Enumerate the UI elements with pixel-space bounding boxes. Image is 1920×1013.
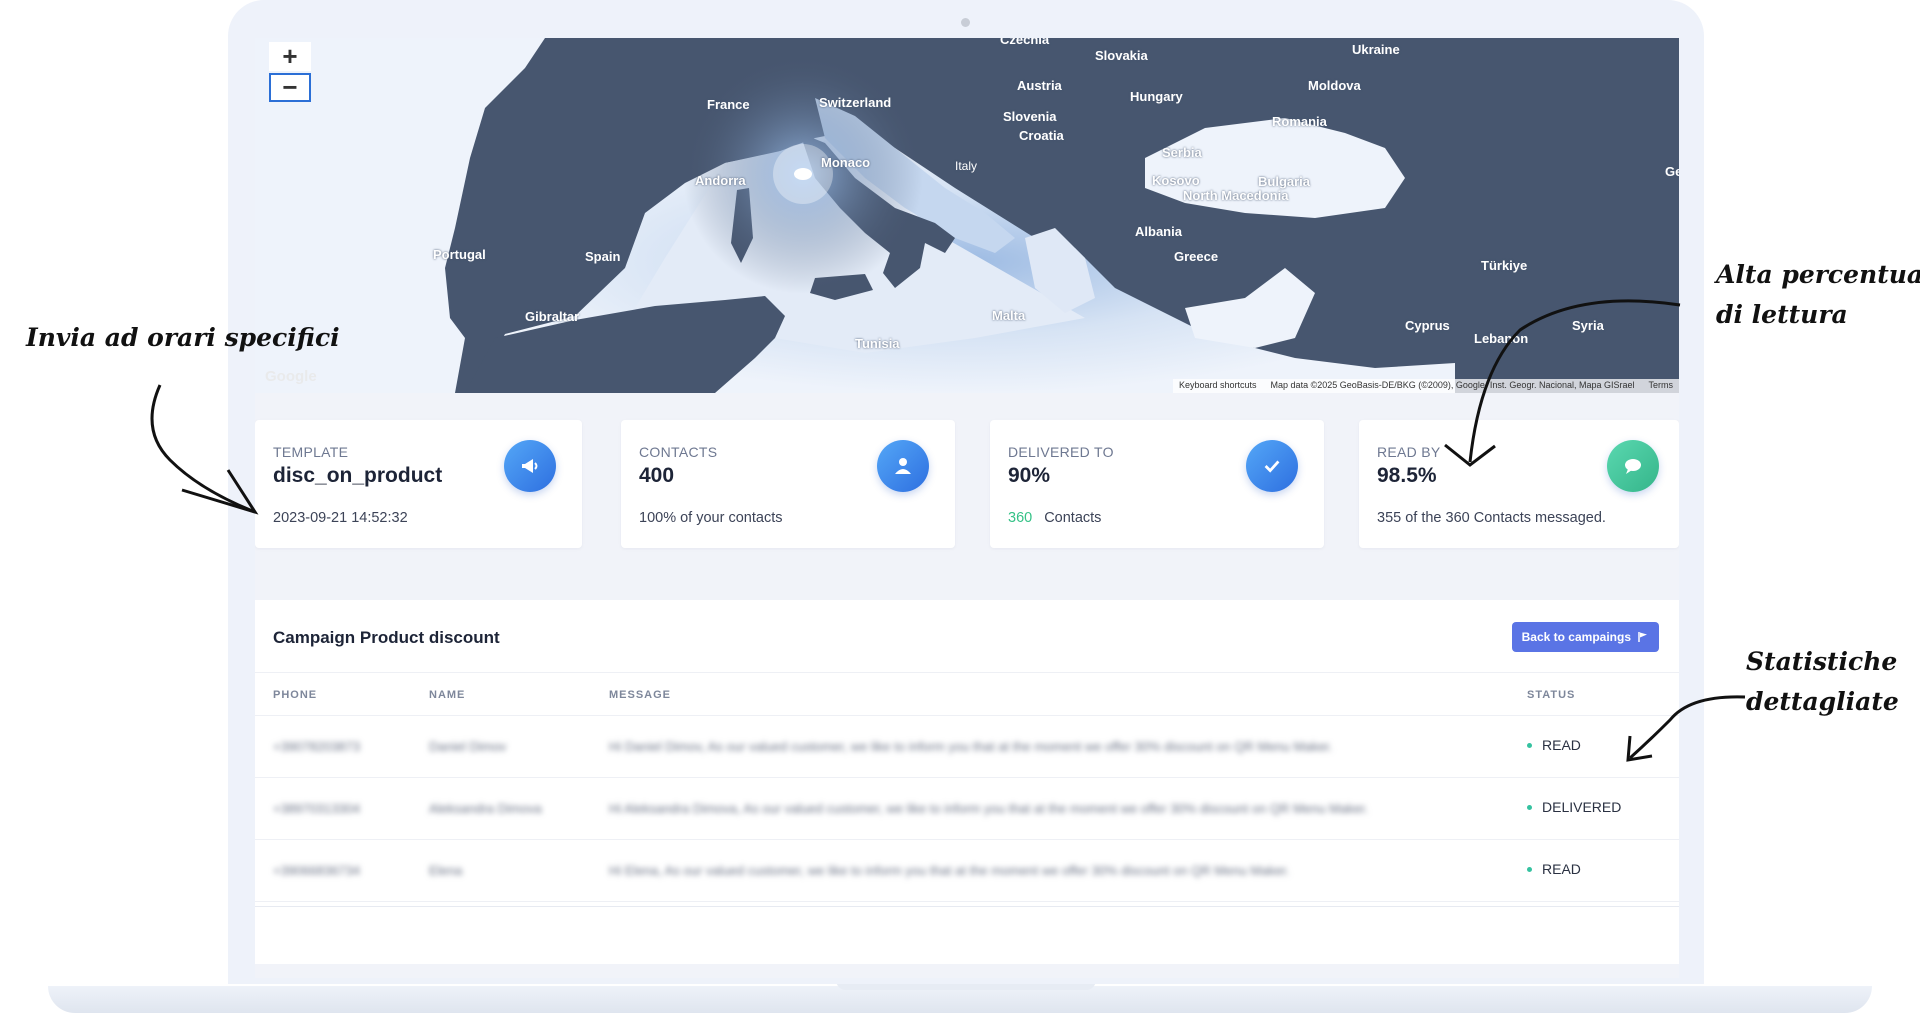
stage: + − Czechia Slovakia Ukraine Austria Moldova… (0, 0, 1920, 1013)
annotation-arrows (150, 299, 1746, 762)
